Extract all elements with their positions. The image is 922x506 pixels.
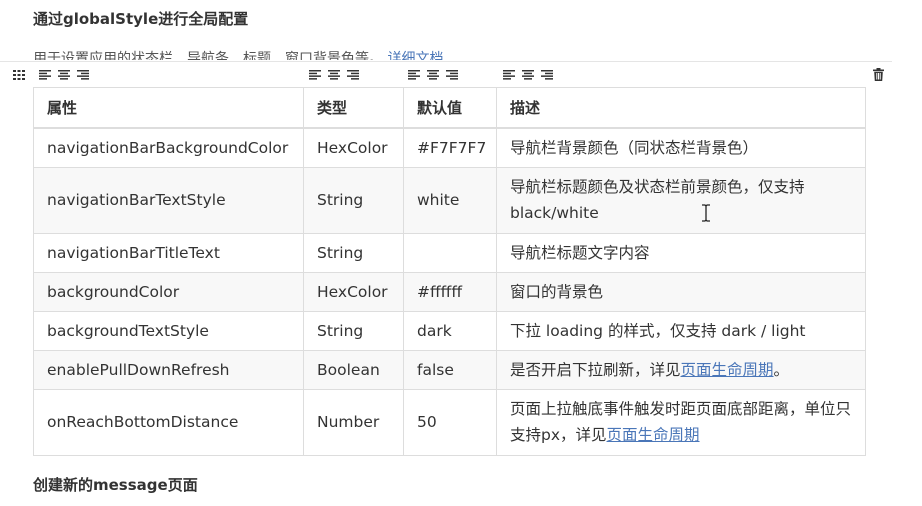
- cell-type: Number: [303, 388, 404, 456]
- cell-property: navigationBarBackgroundColor: [33, 127, 304, 168]
- lifecycle-link[interactable]: 页面生命周期: [681, 361, 774, 379]
- cell-description: 下拉 loading 的样式，仅支持 dark / light: [496, 310, 866, 351]
- cell-default: white: [403, 166, 497, 234]
- cell-property: backgroundTextStyle: [33, 310, 304, 351]
- cell-default: #F7F7F7: [403, 127, 497, 168]
- cell-default: #ffffff: [403, 271, 497, 312]
- table-header-row: 属性 类型 默认值 描述: [33, 87, 866, 129]
- cell-type: Boolean: [303, 349, 404, 390]
- align-center-icon[interactable]: [522, 70, 534, 80]
- cell-property: backgroundColor: [33, 271, 304, 312]
- column-align-group: [309, 70, 359, 80]
- intro-description: 用于设置应用的状态栏、导航条、标题、窗口背景色等。: [33, 51, 383, 60]
- header-description: 描述: [496, 87, 866, 129]
- align-right-icon[interactable]: [77, 70, 89, 80]
- cell-description: 是否开启下拉刷新，详见页面生命周期。: [496, 349, 866, 390]
- table-row: enablePullDownRefresh Boolean false 是否开启下拉刷…: [33, 349, 866, 390]
- table-row: navigationBarTitleText String 导航栏标题文字内容: [33, 232, 866, 273]
- align-left-icon[interactable]: [503, 70, 515, 80]
- description-text: 下拉 loading 的样式，仅支持 dark / light: [510, 321, 806, 340]
- cell-default: 50: [403, 388, 497, 456]
- column-align-group: [39, 70, 89, 80]
- drag-handle-icon[interactable]: [13, 70, 25, 80]
- table-row: navigationBarTextStyle String white 导航栏标题颜色…: [33, 166, 866, 234]
- align-right-icon[interactable]: [541, 70, 553, 80]
- align-right-icon[interactable]: [446, 70, 458, 80]
- cell-description: 导航栏标题文字内容: [496, 232, 866, 273]
- column-align-group: [503, 70, 553, 80]
- description-text: 是否开启下拉刷新，详见: [510, 360, 681, 379]
- align-center-icon[interactable]: [427, 70, 439, 80]
- lifecycle-link[interactable]: 页面生命周期: [607, 426, 700, 444]
- section-title: 通过globalStyle进行全局配置: [33, 10, 249, 28]
- cell-default: dark: [403, 310, 497, 351]
- cell-type: HexColor: [303, 127, 404, 168]
- table-toolbar: [0, 61, 892, 88]
- cell-default: [403, 232, 497, 273]
- cell-description: 页面上拉触底事件触发时距页面底部距离，单位只支持px，详见页面生命周期: [496, 388, 866, 456]
- next-section-title: 创建新的message页面: [33, 476, 198, 494]
- description-suffix: 。: [773, 360, 790, 379]
- cell-description: 导航栏背景颜色（同状态栏背景色）: [496, 127, 866, 168]
- table-row: backgroundColor HexColor #ffffff 窗口的背景色: [33, 271, 866, 312]
- description-text: 导航栏背景颜色（同状态栏背景色）: [510, 138, 759, 157]
- align-left-icon[interactable]: [39, 70, 51, 80]
- cell-property: enablePullDownRefresh: [33, 349, 304, 390]
- column-align-group: [408, 70, 458, 80]
- cell-property: navigationBarTitleText: [33, 232, 304, 273]
- cell-type: HexColor: [303, 271, 404, 312]
- intro-doc-link[interactable]: 详细文档: [387, 51, 443, 60]
- align-center-icon[interactable]: [328, 70, 340, 80]
- intro-text: 用于设置应用的状态栏、导航条、标题、窗口背景色等。 详细文档: [33, 48, 443, 60]
- table-row: onReachBottomDistance Number 50 页面上拉触底事件触发时…: [33, 388, 866, 456]
- cell-type: String: [303, 166, 404, 234]
- align-center-icon[interactable]: [58, 70, 70, 80]
- table-row: navigationBarBackgroundColor HexColor #F7F…: [33, 127, 866, 168]
- cell-property: navigationBarTextStyle: [33, 166, 304, 234]
- align-left-icon[interactable]: [408, 70, 420, 80]
- header-property: 属性: [33, 87, 304, 129]
- trash-icon[interactable]: [873, 68, 884, 81]
- header-type: 类型: [303, 87, 404, 129]
- cell-default: false: [403, 349, 497, 390]
- cell-type: String: [303, 232, 404, 273]
- table-row: backgroundTextStyle String dark 下拉 loading …: [33, 310, 866, 351]
- description-text: 导航栏标题颜色及状态栏前景颜色，仅支持 black/white: [510, 178, 805, 222]
- header-default: 默认值: [403, 87, 497, 129]
- description-text: 窗口的背景色: [510, 282, 604, 301]
- cell-description: 导航栏标题颜色及状态栏前景颜色，仅支持 black/white: [496, 166, 866, 234]
- cell-description: 窗口的背景色: [496, 271, 866, 312]
- cell-property: onReachBottomDistance: [33, 388, 304, 456]
- config-table: 属性 类型 默认值 描述 navigationBarBackgroundColo…: [33, 87, 866, 456]
- text-cursor-icon: [702, 204, 710, 222]
- align-left-icon[interactable]: [309, 70, 321, 80]
- description-text: 导航栏标题文字内容: [510, 243, 650, 262]
- align-right-icon[interactable]: [347, 70, 359, 80]
- cell-type: String: [303, 310, 404, 351]
